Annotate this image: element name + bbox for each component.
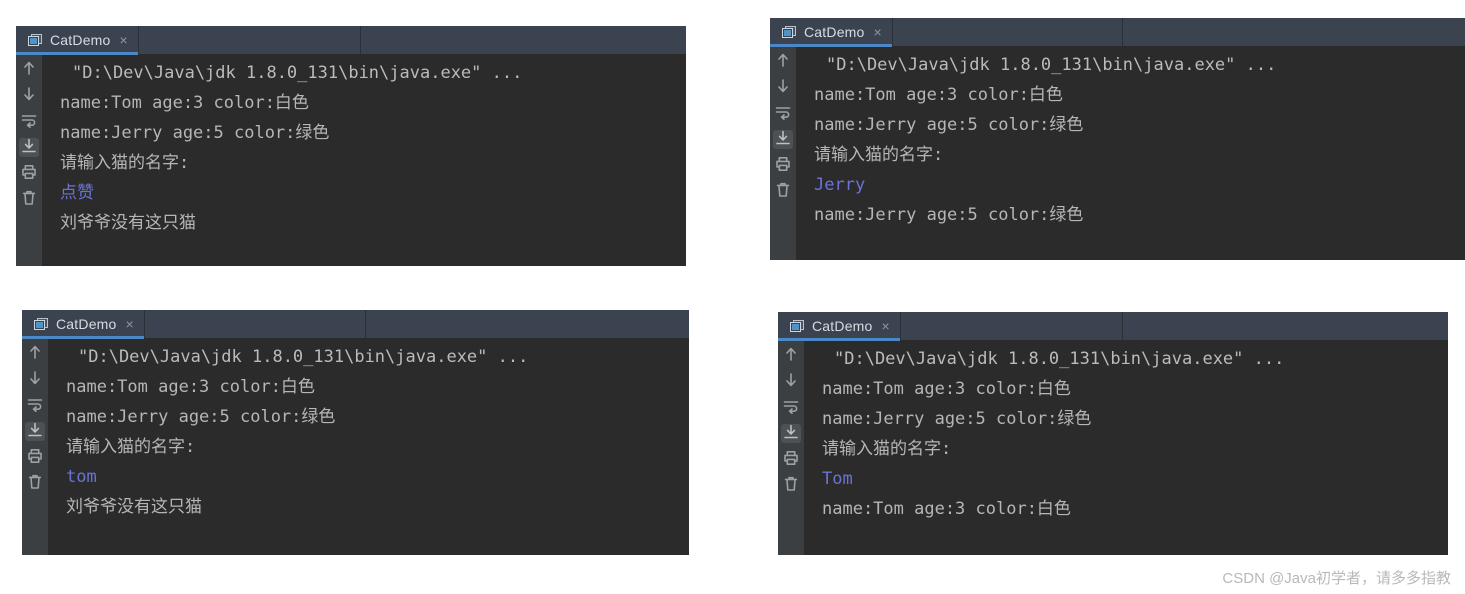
scroll-to-end-icon[interactable] [19, 138, 39, 157]
console-output[interactable]: "D:\Dev\Java\jdk 1.8.0_131\bin\java.exe"… [796, 46, 1465, 260]
close-icon[interactable]: × [124, 317, 134, 331]
console-input-line: Tom [822, 469, 853, 489]
console-output-line: 刘爷爷没有这只猫 [60, 213, 196, 233]
console-output-line: name:Jerry age:5 color:绿色 [814, 115, 1084, 135]
close-icon[interactable]: × [880, 319, 890, 333]
close-icon[interactable]: × [118, 33, 128, 47]
console-output-line: 请输入猫的名字: [814, 145, 944, 165]
console-toolbar [16, 54, 42, 266]
console-body: "D:\Dev\Java\jdk 1.8.0_131\bin\java.exe"… [16, 54, 686, 266]
run-configuration-icon [782, 25, 797, 39]
console-output[interactable]: "D:\Dev\Java\jdk 1.8.0_131\bin\java.exe"… [804, 340, 1448, 555]
clear-all-icon[interactable] [773, 182, 793, 201]
print-icon[interactable] [25, 448, 45, 467]
console-input-line: tom [66, 467, 97, 487]
scroll-up-icon[interactable] [19, 60, 39, 79]
console-output-line: "D:\Dev\Java\jdk 1.8.0_131\bin\java.exe"… [826, 55, 1277, 75]
console-output-line: name:Tom age:3 color:白色 [66, 377, 315, 397]
print-icon[interactable] [781, 450, 801, 469]
console-output-line: "D:\Dev\Java\jdk 1.8.0_131\bin\java.exe"… [834, 349, 1285, 369]
soft-wrap-icon[interactable] [25, 396, 45, 415]
run-tool-window-tabbar: CatDemo × [770, 18, 1465, 47]
scroll-to-end-icon[interactable] [25, 422, 45, 441]
console-toolbar [778, 340, 804, 555]
print-icon[interactable] [773, 156, 793, 175]
console-toolbar [22, 338, 48, 555]
panel-bottom-right: CatDemo × "D:\Dev\Java\jdk 1.8.0_131\bin\… [778, 312, 1448, 555]
scroll-up-icon[interactable] [781, 346, 801, 365]
scroll-down-icon[interactable] [781, 372, 801, 391]
clear-all-icon[interactable] [25, 474, 45, 493]
console-output-line: name:Jerry age:5 color:绿色 [66, 407, 336, 427]
console-output-line: 刘爷爷没有这只猫 [66, 497, 202, 517]
console-output-line: 请输入猫的名字: [66, 437, 196, 457]
soft-wrap-icon[interactable] [773, 104, 793, 123]
run-configuration-icon [34, 317, 49, 331]
tab-catdemo[interactable]: CatDemo × [778, 312, 901, 341]
console-output-line: name:Jerry age:5 color:绿色 [814, 205, 1084, 225]
run-tool-window-tabbar: CatDemo × [22, 310, 689, 339]
run-tool-window-tabbar: CatDemo × [778, 312, 1448, 341]
console-output-line: name:Jerry age:5 color:绿色 [822, 409, 1092, 429]
tabbar-empty-segment [366, 310, 689, 338]
console-output-line: 请输入猫的名字: [60, 153, 190, 173]
console-output-line: name:Jerry age:5 color:绿色 [60, 123, 330, 143]
console-output[interactable]: "D:\Dev\Java\jdk 1.8.0_131\bin\java.exe"… [48, 338, 689, 555]
console-body: "D:\Dev\Java\jdk 1.8.0_131\bin\java.exe"… [770, 46, 1465, 260]
scroll-to-end-icon[interactable] [781, 424, 801, 443]
tabbar-empty-segment [901, 312, 1123, 340]
run-configuration-icon [790, 319, 805, 333]
console-output-line: name:Tom age:3 color:白色 [60, 93, 309, 113]
clear-all-icon[interactable] [19, 190, 39, 209]
run-tool-window-tabbar: CatDemo × [16, 26, 686, 55]
panel-top-right: CatDemo × "D:\Dev\Java\jdk 1.8.0_131\bin\… [770, 18, 1465, 260]
tabbar-empty-segment [361, 26, 686, 54]
tab-label: CatDemo [56, 316, 117, 332]
console-output-line: 请输入猫的名字: [822, 439, 952, 459]
close-icon[interactable]: × [872, 25, 882, 39]
soft-wrap-icon[interactable] [19, 112, 39, 131]
scroll-down-icon[interactable] [25, 370, 45, 389]
console-input-line: Jerry [814, 175, 866, 195]
run-configuration-icon [28, 33, 43, 47]
console-input-line: 点赞 [60, 183, 94, 203]
console-output-line: "D:\Dev\Java\jdk 1.8.0_131\bin\java.exe"… [72, 63, 523, 83]
tabbar-empty-segment [1123, 312, 1448, 340]
csdn-watermark: CSDN @Java初学者，请多多指教 [1222, 570, 1451, 587]
console-body: "D:\Dev\Java\jdk 1.8.0_131\bin\java.exe"… [22, 338, 689, 555]
console-output-line: name:Tom age:3 color:白色 [814, 85, 1063, 105]
tabbar-empty-segment [145, 310, 366, 338]
clear-all-icon[interactable] [781, 476, 801, 495]
scroll-down-icon[interactable] [773, 78, 793, 97]
tab-label: CatDemo [812, 318, 873, 334]
panel-top-left: CatDemo × "D:\Dev\Java\jdk 1.8.0_131\bin\… [16, 26, 686, 266]
console-output-line: name:Tom age:3 color:白色 [822, 499, 1071, 519]
panel-bottom-left: CatDemo × "D:\Dev\Java\jdk 1.8.0_131\bin\… [22, 310, 689, 555]
console-body: "D:\Dev\Java\jdk 1.8.0_131\bin\java.exe"… [778, 340, 1448, 555]
scroll-to-end-icon[interactable] [773, 130, 793, 149]
scroll-up-icon[interactable] [25, 344, 45, 363]
tabbar-empty-segment [139, 26, 361, 54]
console-output-line: name:Tom age:3 color:白色 [822, 379, 1071, 399]
tab-label: CatDemo [50, 32, 111, 48]
console-output[interactable]: "D:\Dev\Java\jdk 1.8.0_131\bin\java.exe"… [42, 54, 686, 266]
scroll-up-icon[interactable] [773, 52, 793, 71]
scroll-down-icon[interactable] [19, 86, 39, 105]
tab-catdemo[interactable]: CatDemo × [770, 18, 893, 47]
console-output-line: "D:\Dev\Java\jdk 1.8.0_131\bin\java.exe"… [78, 347, 529, 367]
console-toolbar [770, 46, 796, 260]
soft-wrap-icon[interactable] [781, 398, 801, 417]
tab-label: CatDemo [804, 24, 865, 40]
tabbar-empty-segment [893, 18, 1123, 46]
tab-catdemo[interactable]: CatDemo × [16, 26, 139, 55]
print-icon[interactable] [19, 164, 39, 183]
tab-catdemo[interactable]: CatDemo × [22, 310, 145, 339]
tabbar-empty-segment [1123, 18, 1465, 46]
